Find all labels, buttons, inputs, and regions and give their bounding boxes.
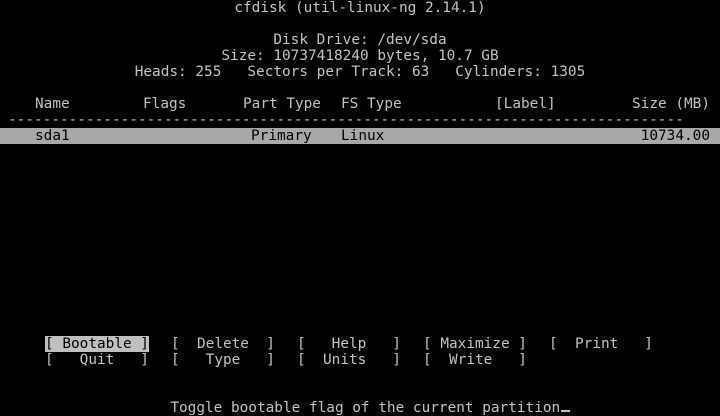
table-separator: ----------------------------------------… — [8, 112, 684, 128]
units-button[interactable]: [ Units ] — [297, 352, 401, 368]
help-button[interactable]: [ Help ] — [297, 336, 401, 352]
status-text: Toggle bootable flag of the current part… — [170, 400, 561, 416]
partition-name: sda1 — [35, 128, 70, 144]
maximize-button[interactable]: [ Maximize ] — [423, 336, 527, 352]
disk-size: Size: 10737418240 bytes, 10.7 GB — [221, 48, 499, 64]
column-header-fs-type: FS Type — [341, 96, 402, 112]
app-title: cfdisk (util-linux-ng 2.14.1) — [234, 0, 486, 16]
cursor-icon — [561, 410, 571, 412]
partition-part-type: Primary — [251, 128, 312, 144]
column-header-label: [Label] — [495, 96, 556, 112]
partition-size: 10734.00 — [640, 128, 710, 144]
partition-fs-type: Linux — [341, 128, 385, 144]
column-header-flags: Flags — [143, 96, 187, 112]
type-button[interactable]: [ Type ] — [171, 352, 275, 368]
column-header-size: Size (MB) — [632, 96, 710, 112]
status-line: Toggle bootable flag of the current part… — [153, 384, 571, 416]
disk-drive: Disk Drive: /dev/sda — [273, 32, 447, 48]
quit-button[interactable]: [ Quit ] — [45, 352, 149, 368]
bootable-button[interactable]: [ Bootable ] — [45, 336, 149, 352]
column-header-name: Name — [35, 96, 70, 112]
write-button[interactable]: [ Write ] — [423, 352, 527, 368]
disk-geometry: Heads: 255 Sectors per Track: 63 Cylinde… — [134, 64, 586, 80]
table-row[interactable]: sda1 Primary Linux 10734.00 — [0, 128, 720, 144]
delete-button[interactable]: [ Delete ] — [171, 336, 275, 352]
column-header-part-type: Part Type — [243, 96, 321, 112]
print-button[interactable]: [ Print ] — [549, 336, 653, 352]
